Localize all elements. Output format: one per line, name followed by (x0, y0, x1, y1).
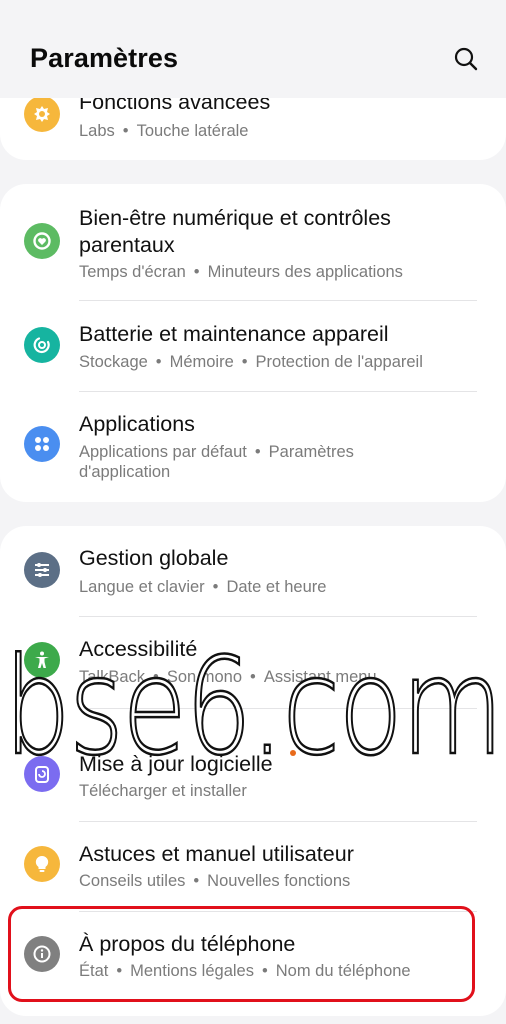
item-title-line2: parentaux (79, 233, 175, 257)
divider (79, 911, 477, 912)
settings-item-accessibility[interactable]: Accessibilité TalkBack • Son mono • Assistan… (0, 625, 506, 707)
item-subtitle: Labs • Touche latérale (79, 122, 249, 140)
item-title: Astuces et manuel utilisateur (79, 842, 354, 866)
app-header: Paramètres (0, 0, 506, 98)
item-title: Applications (79, 412, 195, 436)
about-phone-icon (24, 936, 60, 972)
software-update-icon (24, 756, 60, 792)
settings-item-advanced-features[interactable]: Fonctions avancées Labs • Touche latérale (0, 88, 506, 158)
divider (79, 391, 477, 392)
divider (79, 821, 477, 822)
divider (79, 616, 477, 617)
divider (79, 708, 477, 709)
item-subtitle: État • Mentions légales • Nom du téléphone (79, 962, 411, 980)
settings-item-applications[interactable]: Applications Applications par défaut • Par… (0, 400, 506, 498)
item-title: Mise à jour logicielle (79, 752, 273, 776)
watermark-dot (290, 750, 296, 756)
item-subtitle: Télécharger et installer (79, 782, 247, 800)
item-title: Bien-être numérique et contrôles (79, 206, 391, 230)
device-care-icon (24, 327, 60, 363)
settings-item-tips[interactable]: Astuces et manuel utilisateur Conseils u… (0, 830, 506, 912)
item-title: Accessibilité (79, 637, 198, 661)
item-subtitle: Langue et clavier • Date et heure (79, 578, 327, 596)
search-icon[interactable] (452, 45, 480, 73)
settings-item-digital-wellbeing[interactable]: Bien-être numérique et contrôles parenta… (0, 198, 506, 298)
apps-icon (24, 426, 60, 462)
item-title: Batterie et maintenance appareil (79, 322, 389, 346)
accessibility-icon (24, 642, 60, 678)
item-subtitle-line2: d'application (79, 463, 171, 481)
divider (79, 300, 477, 301)
item-subtitle: TalkBack • Son mono • Assistant menu (79, 668, 377, 686)
settings-item-about-phone[interactable]: À propos du téléphone État • Mentions léga… (0, 920, 506, 1002)
item-subtitle: Stockage • Mémoire • Protection de l'apparei… (79, 353, 423, 371)
item-subtitle: Temps d'écran • Minuteurs des applications (79, 263, 403, 281)
item-subtitle: Applications par défaut • Paramètres (79, 443, 354, 461)
item-subtitle: Conseils utiles • Nouvelles fonctions (79, 872, 351, 890)
item-title: Gestion globale (79, 546, 229, 570)
settings-item-general-management[interactable]: Gestion globale Langue et clavier • Date e… (0, 534, 506, 616)
settings-item-software-update[interactable]: Mise à jour logicielle Télécharger et in… (0, 740, 506, 822)
page-title: Paramètres (30, 43, 179, 73)
general-management-icon (24, 552, 60, 588)
settings-item-device-care[interactable]: Batterie et maintenance appareil Stockag… (0, 310, 506, 392)
advanced-features-icon (24, 96, 60, 132)
digital-wellbeing-icon (24, 223, 60, 259)
item-title: À propos du téléphone (79, 932, 296, 956)
tips-icon (24, 846, 60, 882)
